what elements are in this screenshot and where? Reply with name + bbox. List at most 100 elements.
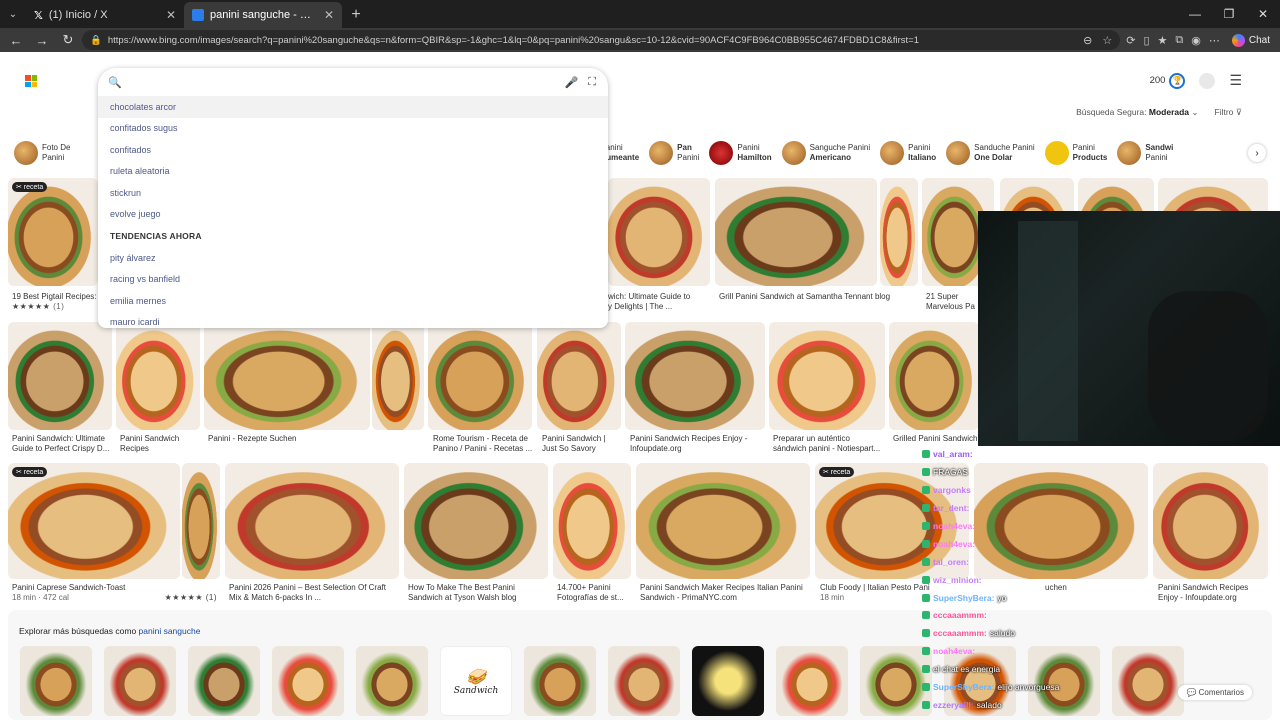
chip-sanduche-panini-one-dolar[interactable]: Sanduche Panini One Dolar: [946, 138, 1035, 168]
forward-arrow-icon[interactable]: →: [30, 29, 54, 51]
explore-thumbnail[interactable]: [1112, 646, 1184, 716]
reload-icon[interactable]: ↻: [56, 29, 80, 51]
trending-item[interactable]: emilia mernes: [98, 290, 608, 312]
trending-item[interactable]: racing vs banfield: [98, 269, 608, 291]
explore-thumbnail[interactable]: [776, 646, 848, 716]
zoom-icon[interactable]: ⊖: [1083, 34, 1092, 47]
explore-thumbnail[interactable]: [188, 646, 260, 716]
back-arrow-icon[interactable]: ←: [4, 29, 28, 51]
trending-item[interactable]: pity álvarez: [98, 247, 608, 269]
image-result[interactable]: [1153, 463, 1268, 579]
tab-close-icon[interactable]: ✕: [166, 8, 176, 22]
explore-thumbnail[interactable]: [104, 646, 176, 716]
suggestion-item[interactable]: chocolates arcor: [98, 96, 608, 118]
image-caption[interactable]: Panini - Rezepte Suchen: [208, 434, 297, 444]
suggestion-item[interactable]: ruleta aleatoria: [98, 161, 608, 183]
chip-sanguche-panini-americano[interactable]: Sanguche Panini Americano: [781, 138, 870, 168]
minimize-icon[interactable]: —: [1178, 0, 1212, 28]
more-menu-icon[interactable]: ⋯: [1209, 34, 1220, 47]
favorite-star-icon[interactable]: ☆: [1102, 34, 1112, 47]
chip-panini-products[interactable]: Panini Products: [1044, 138, 1107, 168]
image-caption[interactable]: wich: Ultimate Guide to y Delights | The …: [608, 292, 690, 313]
chip-sandwich-panini[interactable]: Sandwi Panini: [1117, 138, 1173, 168]
explore-thumbnail[interactable]: [272, 646, 344, 716]
image-caption[interactable]: Club Foody | Italian Pesto Pani 18 min: [820, 583, 930, 604]
image-caption[interactable]: 19 Best Pigtail Recipes: S ★★★★★ (1): [12, 292, 104, 313]
url-field[interactable]: 🔒 https://www.bing.com/images/search?q=p…: [82, 30, 1121, 50]
explore-thumbnail[interactable]: [608, 646, 680, 716]
profile-avatar-icon[interactable]: ◉: [1191, 34, 1201, 47]
image-result[interactable]: ✂ receta: [8, 178, 98, 286]
suggestion-item[interactable]: stickrun: [98, 182, 608, 204]
new-tab-plus-icon[interactable]: +: [342, 2, 370, 28]
microphone-icon[interactable]: 🎤: [565, 76, 579, 89]
suggestion-item[interactable]: confitados: [98, 139, 608, 161]
image-result[interactable]: [553, 463, 631, 579]
image-caption[interactable]: 21 Super Marvelous Pa: [926, 292, 975, 313]
rewards-button[interactable]: 200 🏆: [1150, 72, 1186, 89]
feedback-button[interactable]: 💬 Comentarios: [1178, 685, 1252, 700]
split-screen-icon[interactable]: ▯: [1143, 34, 1149, 47]
tab-x-home[interactable]: 𝕏 (1) Inicio / X ✕: [26, 2, 184, 28]
image-caption[interactable]: Preparar un auténtico sándwich panini - N…: [773, 434, 880, 455]
image-result[interactable]: [889, 322, 979, 430]
explore-term[interactable]: panini sanguche: [139, 626, 201, 636]
image-result[interactable]: [769, 322, 885, 430]
image-result[interactable]: [428, 322, 532, 430]
image-caption[interactable]: How To Make The Best Panini Sandwich at T…: [408, 583, 517, 604]
image-result[interactable]: [608, 178, 710, 286]
close-window-icon[interactable]: ✕: [1246, 0, 1280, 28]
suggestion-item[interactable]: confitados sugus: [98, 118, 608, 140]
explore-thumbnail[interactable]: 🥪 Sandwich: [440, 646, 512, 716]
image-result[interactable]: [116, 322, 200, 430]
image-result[interactable]: [625, 322, 765, 430]
chip-pan-panini[interactable]: Pan Panini: [649, 138, 699, 168]
image-caption[interactable]: Panini Sandwich Recipes Enjoy - Infoupdat…: [1158, 583, 1248, 604]
image-result[interactable]: [204, 322, 370, 430]
tab-close-icon[interactable]: ✕: [324, 8, 334, 22]
restore-icon[interactable]: ❐: [1212, 0, 1246, 28]
tab-bing-images[interactable]: panini sanguche - Búsqueda Imág ✕: [184, 2, 342, 28]
image-result[interactable]: [8, 322, 112, 430]
search-input[interactable]: [131, 73, 555, 91]
hamburger-menu-icon[interactable]: ☰: [1229, 72, 1242, 89]
image-caption[interactable]: Rome Tourism - Receta de Panino / Panini …: [433, 434, 532, 455]
image-caption[interactable]: Grilled Panini Sandwich: [893, 434, 978, 444]
tab-actions-chevron-icon[interactable]: ⌄: [0, 0, 26, 28]
image-caption[interactable]: Panini Caprese Sandwich-Toast 18 min · 4…: [12, 583, 217, 604]
image-result[interactable]: [225, 463, 399, 579]
extension-icon[interactable]: ⟳: [1126, 34, 1135, 47]
safe-search-dropdown[interactable]: Búsqueda Segura: Moderada ⌄: [1076, 107, 1198, 118]
profile-icon[interactable]: [1199, 72, 1216, 89]
image-result[interactable]: [880, 178, 918, 286]
visual-search-icon[interactable]: ⛶: [588, 76, 596, 89]
chips-next-arrow-icon[interactable]: ›: [1248, 144, 1266, 162]
explore-thumbnail[interactable]: [524, 646, 596, 716]
image-result[interactable]: [182, 463, 220, 579]
image-result[interactable]: [537, 322, 621, 430]
microsoft-logo-icon[interactable]: [25, 75, 37, 87]
copilot-chat-button[interactable]: Chat: [1226, 33, 1276, 47]
explore-thumbnail[interactable]: [20, 646, 92, 716]
search-icon[interactable]: 🔍: [108, 76, 122, 89]
image-result[interactable]: [715, 178, 877, 286]
chip-panini-italiano[interactable]: Panini Italiano: [880, 138, 936, 168]
image-result[interactable]: ✂ receta: [8, 463, 180, 579]
image-caption[interactable]: Panini Sandwich Recipes: [120, 434, 179, 455]
image-result[interactable]: [404, 463, 548, 579]
explore-thumbnail[interactable]: [692, 646, 764, 716]
image-caption[interactable]: Panini 2026 Panini – Best Selection Of C…: [229, 583, 386, 604]
filter-button[interactable]: Filtro ⊽: [1215, 107, 1242, 118]
image-caption[interactable]: Panini Sandwich Maker Recipes Italian Pa…: [640, 583, 803, 604]
chip-panini-hamilton[interactable]: Panini Hamilton: [709, 138, 772, 168]
chip-foto-de-panini[interactable]: Foto De Panini: [14, 138, 70, 168]
image-caption[interactable]: Panini Sandwich Recipes Enjoy - Infoupdat…: [630, 434, 747, 455]
image-caption[interactable]: Panini Sandwich: Ultimate Guide to Perfec…: [12, 434, 109, 455]
suggestion-item[interactable]: evolve juego: [98, 204, 608, 226]
image-result[interactable]: [372, 322, 424, 430]
favorites-icon[interactable]: ★: [1158, 34, 1168, 47]
collections-icon[interactable]: ⧉: [1175, 34, 1183, 47]
explore-thumbnail[interactable]: [356, 646, 428, 716]
image-caption[interactable]: Panini Sandwich | Just So Savory: [542, 434, 605, 455]
image-result[interactable]: [636, 463, 810, 579]
